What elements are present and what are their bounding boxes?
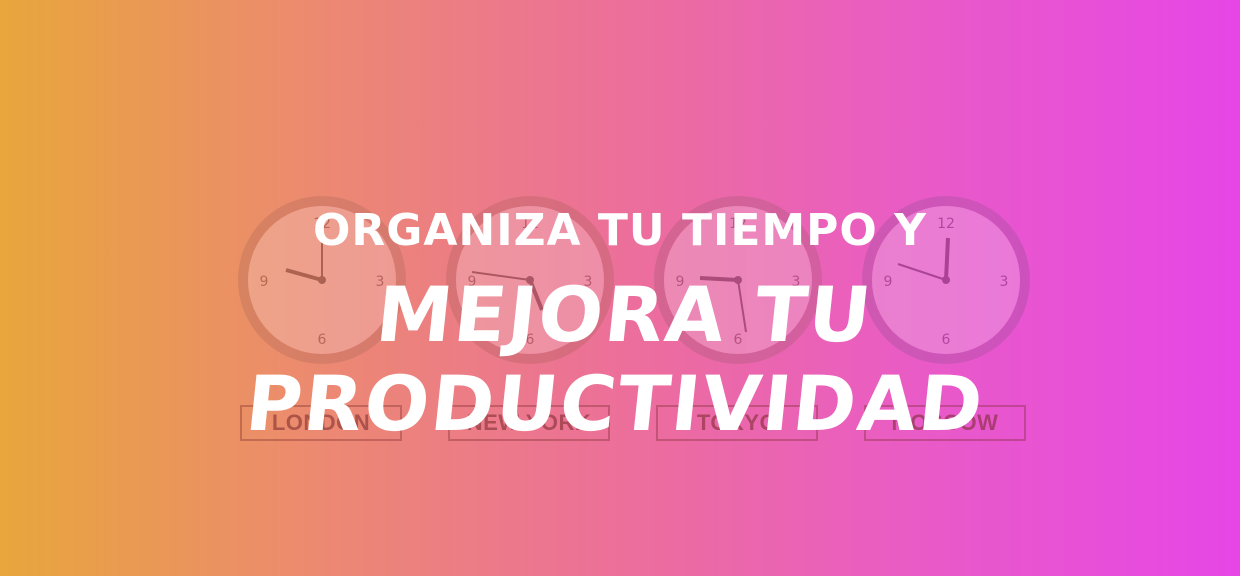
headline-line-1: ORGANIZA TU TIEMPO Y xyxy=(312,205,928,256)
banner: 12 3 6 9 12 3 6 9 12 3 6 9 12 3 6 9 LOND… xyxy=(0,0,1240,576)
headline-line-2: MEJORA TU PRODUCTIVIDAD xyxy=(241,270,989,448)
